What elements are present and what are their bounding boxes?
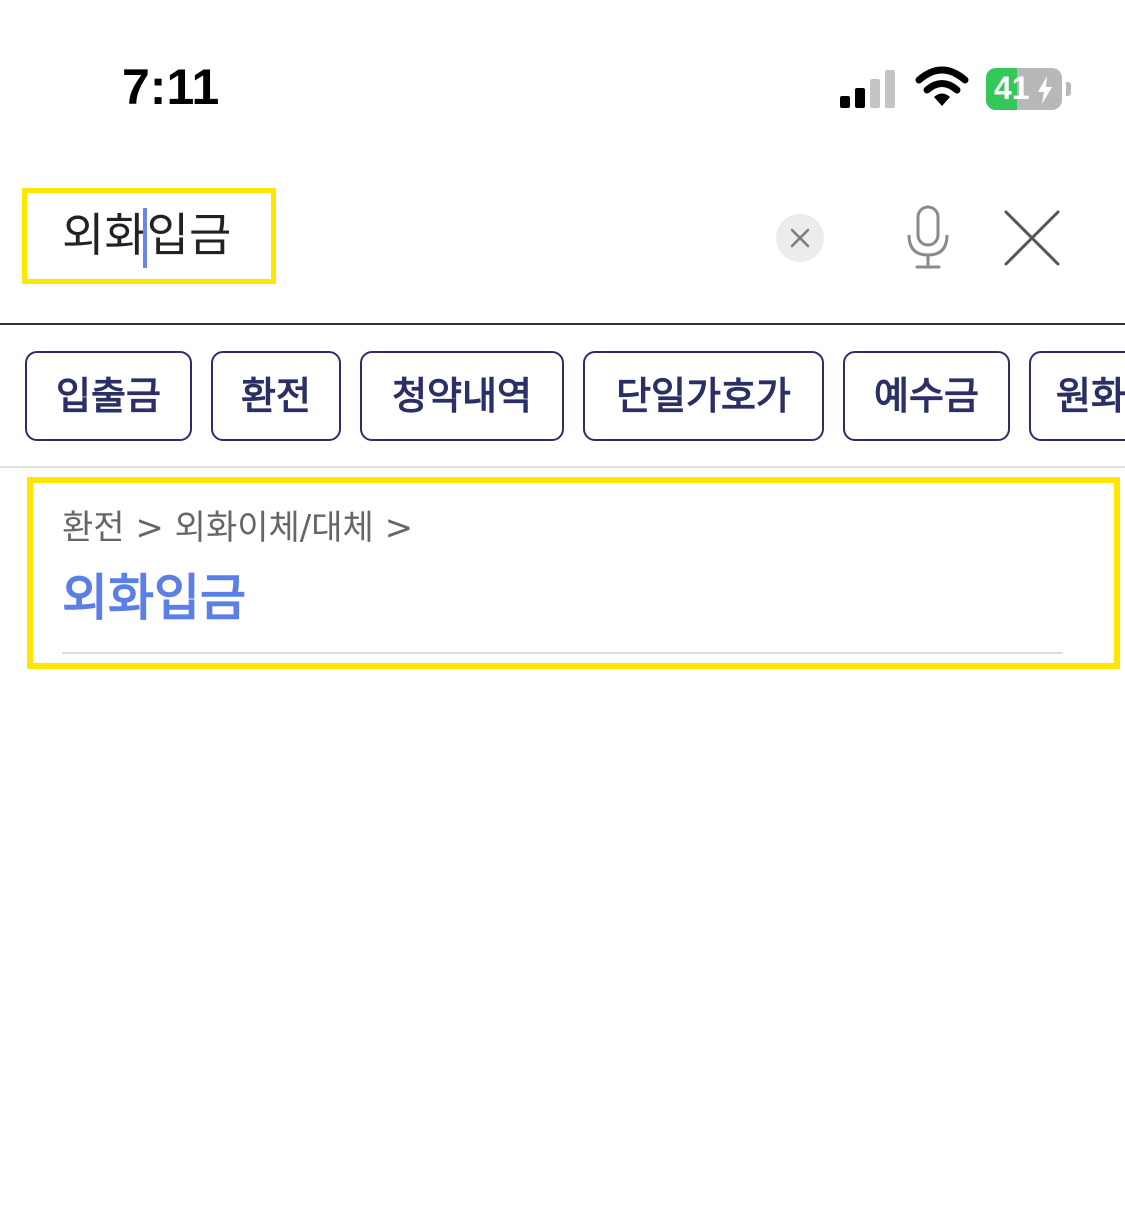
result-title-link[interactable]: 외화입금 [62,558,246,630]
charging-bolt-icon [1038,76,1052,104]
chip-subscription-history[interactable]: 청약내역 [360,351,564,441]
clear-x-icon [790,228,810,248]
chip-deposit-withdrawal[interactable]: 입출금 [25,351,192,441]
chip-divider [0,466,1125,468]
battery-tip [1066,82,1071,96]
close-x-icon[interactable] [1000,206,1064,270]
status-time: 7:11 [122,59,220,115]
chip-single-price-quote[interactable]: 단일가호가 [583,351,824,441]
chip-exchange[interactable]: 환전 [211,351,341,441]
header-divider [0,323,1125,325]
chip-won[interactable]: 원화 [1029,351,1125,441]
clear-button[interactable] [776,214,824,262]
battery-percent: 41 [994,70,1030,106]
cellular-signal-icon [840,70,895,108]
result-divider [62,652,1063,654]
chip-deposit-balance[interactable]: 예수금 [843,351,1010,441]
battery-body: 41 [986,68,1062,110]
battery-indicator: 41 [986,68,1071,110]
microphone-icon[interactable] [900,205,956,271]
result-breadcrumb: 환전 > 외화이체/대체 > [62,508,414,548]
wifi-icon [915,66,969,106]
text-caret [143,208,147,268]
